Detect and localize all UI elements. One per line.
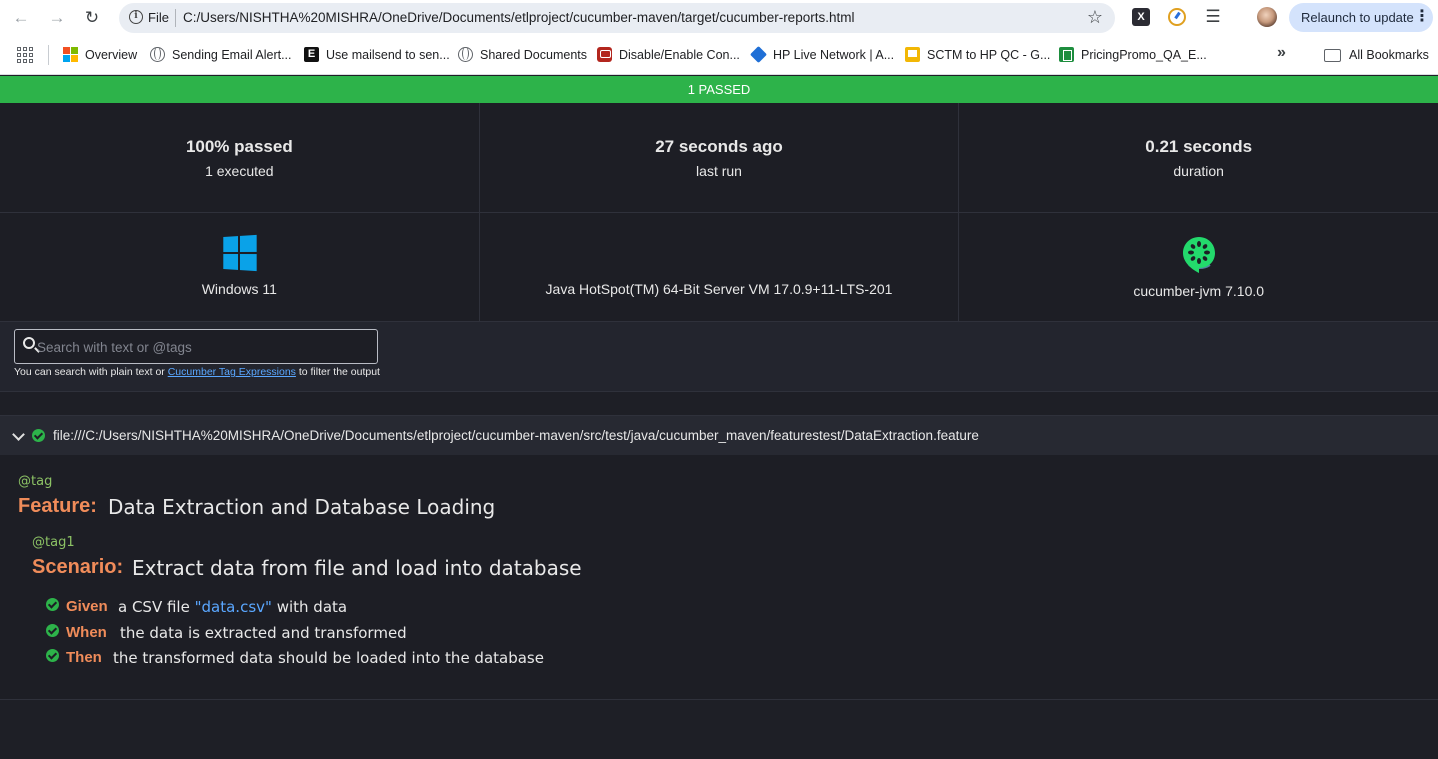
search-help-prefix: You can search with plain text or [14,366,165,378]
kebab-menu-icon[interactable]: ⋮ [1414,7,1430,27]
feature-file-path: file:///C:/Users/NISHTHA%20MISHRA/OneDri… [53,428,979,443]
site-info-icon[interactable]: i [129,10,143,24]
folder-icon [1324,49,1341,62]
hp-shield-icon [750,46,767,63]
browser-toolbar: ← → ↻ i File C:/Users/NISHTHA%20MISHRA/O… [0,0,1438,35]
bookmark-star-icon[interactable]: ☆ [1087,7,1103,28]
windows-logo-icon [223,234,257,272]
feature-title: Data Extraction and Database Loading [108,495,496,519]
bookmark-label: SCTM to HP QC - G... [927,48,1051,62]
scenario-keyword: Scenario: [32,556,124,578]
check-circle-icon [46,598,59,611]
passed-percentage: 100% passed [185,137,293,156]
feature-tag: @tag [18,474,53,489]
duration-stat: 0.21 seconds duration [959,103,1438,212]
all-bookmarks-label: All Bookmarks [1349,48,1429,62]
scenario-tag: @tag1 [32,535,75,550]
step-keyword: Then [66,649,102,666]
os-label: Windows 11 [201,281,277,297]
last-run-value: 27 seconds ago [655,137,783,156]
extension-x-icon[interactable]: X [1132,8,1150,26]
feature-details: @tag Feature: Data Extraction and Databa… [0,455,1438,700]
url-scheme-label: File [148,10,169,25]
step-text: a CSV file "data.csv" with data [118,598,347,616]
relaunch-to-update-button[interactable]: Relaunch to update ⋮ [1289,3,1433,32]
reload-icon[interactable]: ↻ [80,6,104,30]
microsoft-logo-icon [63,47,78,62]
bookmark-label: Shared Documents [480,48,588,62]
framework-label: cucumber-jvm 7.10.0 [1133,283,1265,299]
tag-expressions-link[interactable]: Cucumber Tag Expressions [168,366,296,378]
environment-summary: Windows 11 Java HotSpot(TM) 64-Bit Serve… [0,213,1438,322]
extension-speed-icon[interactable] [1168,8,1186,26]
passed-stat: 100% passed 1 executed [0,103,480,212]
back-arrow-icon[interactable]: ← [9,6,33,30]
step-text: the data is extracted and transformed [120,624,407,642]
duration-value: 0.21 seconds [1145,137,1253,156]
bookmark-label: Overview [85,48,138,62]
executed-count: 1 executed [205,163,274,179]
address-bar-divider [175,9,176,27]
search-input[interactable] [37,336,367,358]
search-icon [23,337,35,349]
feature-keyword: Feature: [18,495,97,517]
check-circle-icon [32,429,45,442]
bookmark-label: Disable/Enable Con... [619,48,740,62]
step-parameter: "data.csv" [194,598,272,616]
profile-avatar[interactable] [1257,7,1277,27]
search-box[interactable] [14,329,378,364]
runtime-info: Java HotSpot(TM) 64-Bit Server VM 17.0.9… [480,213,1211,321]
chevron-down-icon[interactable] [12,428,25,441]
step-keyword: Given [66,598,108,615]
globe-icon [458,47,473,62]
extensions-puzzle-icon[interactable]: ☰ [1204,8,1222,26]
cucumber-logo-icon [1183,237,1215,273]
bookmark-label: Sending Email Alert... [172,48,292,62]
e-logo-icon: E [304,47,319,62]
execution-summary: 100% passed 1 executed 27 seconds ago la… [0,103,1438,213]
address-bar[interactable]: i File C:/Users/NISHTHA%20MISHRA/OneDriv… [119,3,1115,33]
url-text[interactable]: C:/Users/NISHTHA%20MISHRA/OneDrive/Docum… [183,10,854,25]
apps-grid-icon[interactable] [17,47,33,63]
last-run-label: last run [696,163,742,179]
relaunch-label: Relaunch to update [1301,10,1414,25]
duration-label: duration [1173,163,1224,179]
last-run-stat: 27 seconds ago last run [480,103,960,212]
search-help-text: You can search with plain text or Cucumb… [14,366,380,378]
more-bookmarks-chevron-icon[interactable]: » [1277,44,1286,62]
bookmark-label: PricingPromo_QA_E... [1081,48,1207,62]
scenario-title: Extract data from file and load into dat… [132,556,582,580]
database-red-icon [597,47,612,62]
step-text-after: with data [276,598,348,616]
step-text: the transformed data should be loaded in… [113,649,544,667]
search-panel: You can search with plain text or Cucumb… [0,322,1438,392]
bookmark-label: Use mailsend to sen... [326,48,450,62]
step-keyword: When [66,624,107,641]
search-help-suffix: to filter the output [298,366,380,378]
slides-icon [905,47,920,62]
bookmarks-divider [48,45,49,65]
feature-accordion-header[interactable]: file:///C:/Users/NISHTHA%20MISHRA/OneDri… [0,415,1438,455]
check-circle-icon [46,649,59,662]
os-info: Windows 11 [0,213,480,321]
globe-icon [150,47,165,62]
forward-arrow-icon[interactable]: → [45,6,69,30]
bookmarks-bar: Overview Sending Email Alert... E Use ma… [0,35,1438,75]
sheets-icon [1059,47,1074,62]
check-circle-icon [46,624,59,637]
step-text-before: a CSV file [118,598,190,616]
status-bar: 1 PASSED [0,76,1438,103]
jvm-label: Java HotSpot(TM) 64-Bit Server VM 17.0.9… [545,281,893,297]
bookmark-label: HP Live Network | A... [773,48,895,62]
